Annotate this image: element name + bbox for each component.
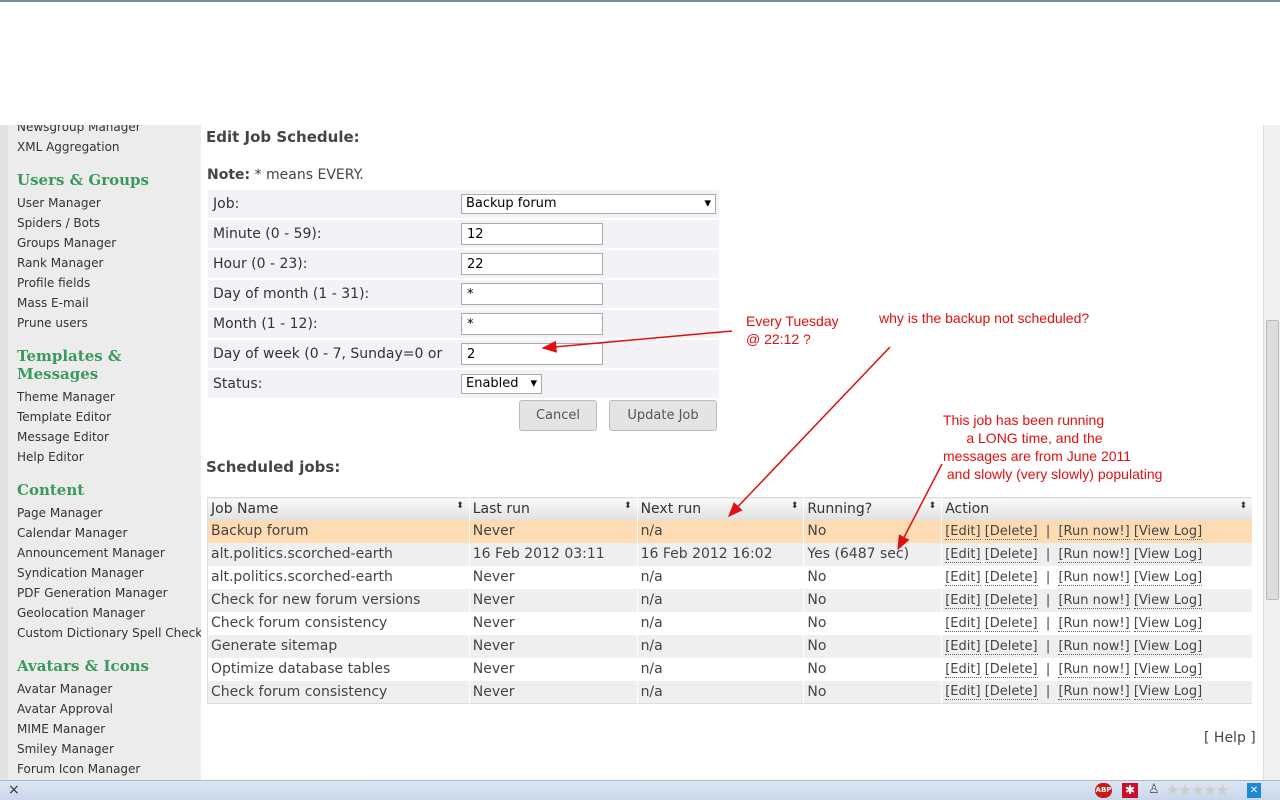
annotation-arrows xyxy=(541,330,943,551)
annotation-backup-question: why is the backup not scheduled? xyxy=(879,310,1090,326)
arrow-to-next-run xyxy=(727,346,891,518)
arrow-to-day-of-week xyxy=(541,330,733,353)
annotation-long-running: This job has been running a LONG time, a… xyxy=(943,412,1163,482)
arrow-to-running xyxy=(897,463,943,551)
annotation-every-tuesday: Every Tuesday @ 22:12 ? xyxy=(746,313,839,347)
